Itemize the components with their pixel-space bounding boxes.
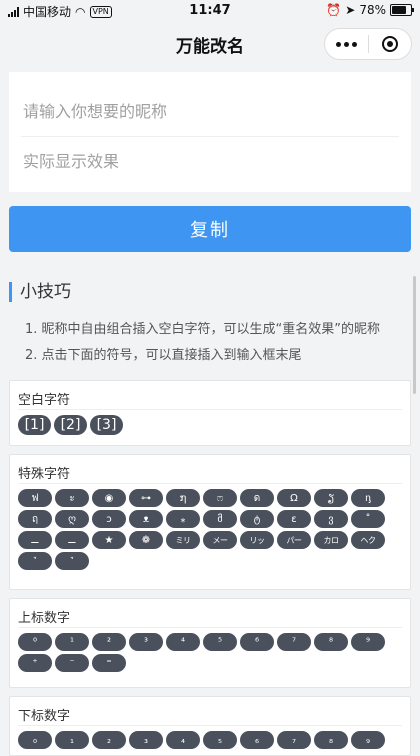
status-right: ⏰ ➤ 78% bbox=[326, 3, 414, 17]
symbol-chip[interactable]: ˚ bbox=[351, 510, 385, 528]
tip-item: 2. 点击下面的符号，可以直接插入到输入框末尾 bbox=[25, 348, 302, 363]
symbol-chip[interactable]: ² bbox=[92, 633, 126, 651]
symbol-chip[interactable]: ໗ bbox=[166, 489, 200, 507]
symbol-chip[interactable]: ³ bbox=[129, 633, 163, 651]
symbol-chip[interactable]: ⁹ bbox=[351, 633, 385, 651]
symbol-chip[interactable]: ⁶ bbox=[240, 633, 274, 651]
symbol-chip[interactable]: パー bbox=[277, 531, 311, 549]
section-title: 特殊字符 bbox=[18, 467, 71, 482]
symbol-chip[interactable]: ტ bbox=[240, 510, 274, 528]
symbol-chip[interactable]: Ω bbox=[277, 489, 311, 507]
symbol-chip[interactable]: ⁷ bbox=[277, 633, 311, 651]
subscript-section: 下标数字 ₀₁₂₃₄₅₆₇₈₉ bbox=[9, 696, 411, 756]
preview-field[interactable] bbox=[21, 150, 399, 172]
nickname-card bbox=[9, 72, 411, 192]
symbol-chip[interactable]: ะ bbox=[55, 489, 89, 507]
symbol-chip[interactable]: ₀ bbox=[18, 731, 52, 749]
symbol-chip[interactable]: ₆ bbox=[240, 731, 274, 749]
symbol-chip[interactable]: ꙿ bbox=[55, 552, 89, 570]
symbol-chip[interactable]: ෆ bbox=[203, 489, 237, 507]
tips-section: 小技巧 1. 昵称中自由组合插入空白字符，可以生成“重名效果”的昵称 2. 点击… bbox=[9, 256, 411, 366]
symbol-chip[interactable]: ⊶ bbox=[129, 489, 163, 507]
chip-list: ฟะ ◉ ⊶ ໗ ෆ ด Ω ຽ ᶇ ฤ ღ ↄ ᴥ ⁎ მ ტ ɛ ვ ˚ ⚊ ⚊ ★ ❁ ミリ メー リッ パー カロ ヘク ꙿ ꙿ bbox=[18, 489, 404, 570]
symbol-chip[interactable]: ღ bbox=[55, 510, 89, 528]
symbol-chip[interactable]: ₈ bbox=[314, 731, 348, 749]
symbol-chip[interactable]: ₄ bbox=[166, 731, 200, 749]
tips-title: 小技巧 bbox=[9, 282, 71, 302]
symbol-chip[interactable]: ຽ bbox=[314, 489, 348, 507]
symbol-chip[interactable]: リッ bbox=[240, 531, 274, 549]
symbol-chip[interactable]: ₅ bbox=[203, 731, 237, 749]
symbol-chip[interactable]: ⁻ bbox=[55, 654, 89, 672]
symbol-chip[interactable]: [2] bbox=[54, 415, 87, 435]
symbol-chip[interactable]: მ bbox=[203, 510, 237, 528]
symbol-chip[interactable]: メー bbox=[203, 531, 237, 549]
symbol-chip[interactable]: ヘク bbox=[351, 531, 385, 549]
section-divider bbox=[18, 627, 402, 628]
section-divider bbox=[18, 409, 402, 410]
nav-bar: 万能改名 bbox=[0, 22, 420, 62]
symbol-chip[interactable]: [1] bbox=[18, 415, 51, 435]
battery-icon bbox=[390, 4, 414, 16]
chip-list: ⁰ ¹ ² ³ ⁴ ⁵ ⁶ ⁷ ⁸ ⁹ ⁺ ⁻ ⁼ bbox=[18, 633, 404, 672]
more-button[interactable] bbox=[325, 29, 368, 59]
symbol-chip[interactable]: ↄ bbox=[92, 510, 126, 528]
symbol-chip[interactable]: ⚊ bbox=[55, 531, 89, 549]
section-divider bbox=[18, 725, 402, 726]
symbol-chip[interactable]: ⁵ bbox=[203, 633, 237, 651]
symbol-chip[interactable]: ◉ bbox=[92, 489, 126, 507]
blank-chars-section: 空白字符 [1] [2] [3] bbox=[9, 380, 411, 446]
chip-list: ₀₁₂₃₄₅₆₇₈₉ bbox=[18, 731, 404, 749]
tip-item: 1. 昵称中自由组合插入空白字符，可以生成“重名效果”的昵称 bbox=[25, 322, 381, 337]
symbol-chip[interactable]: ₇ bbox=[277, 731, 311, 749]
target-icon bbox=[381, 36, 398, 52]
nickname-row bbox=[21, 86, 399, 137]
symbol-chip[interactable]: ⁸ bbox=[314, 633, 348, 651]
symbol-chip[interactable]: ɛ bbox=[277, 510, 311, 528]
scrollbar[interactable] bbox=[413, 276, 416, 394]
symbol-chip[interactable]: ⁴ bbox=[166, 633, 200, 651]
section-title: 下标数字 bbox=[18, 709, 71, 724]
symbol-chip[interactable]: ꙿ bbox=[18, 552, 52, 570]
symbol-chip[interactable]: ミリ bbox=[166, 531, 200, 549]
symbol-chip[interactable]: [3] bbox=[90, 415, 123, 435]
symbol-chip[interactable]: ¹ bbox=[55, 633, 89, 651]
symbol-chip[interactable]: ฤ bbox=[18, 510, 52, 528]
symbol-chip[interactable]: ★ bbox=[92, 531, 126, 549]
more-dots-icon bbox=[335, 41, 357, 47]
section-title: 上标数字 bbox=[18, 611, 71, 626]
symbol-chip[interactable]: ᴥ bbox=[129, 510, 163, 528]
symbol-chip[interactable]: ₃ bbox=[129, 731, 163, 749]
symbol-chip[interactable]: ᶇ bbox=[351, 489, 385, 507]
section-title: 空白字符 bbox=[18, 393, 71, 408]
symbol-chip[interactable]: ⁼ bbox=[92, 654, 126, 672]
symbol-chip[interactable]: ฟ bbox=[18, 489, 52, 507]
section-divider bbox=[18, 483, 402, 484]
symbol-chip[interactable]: ❁ bbox=[129, 531, 163, 549]
alarm-icon: ⏰ bbox=[326, 3, 342, 17]
symbol-chip[interactable]: ₂ bbox=[92, 731, 126, 749]
status-bar: 中国移动 ◠ VPN 11:47 ⏰ ➤ 78% bbox=[0, 0, 420, 22]
symbol-chip[interactable]: ⚊ bbox=[18, 531, 52, 549]
symbol-chip[interactable]: ვ bbox=[314, 510, 348, 528]
mini-program-capsule bbox=[324, 28, 412, 60]
superscript-section: 上标数字 ⁰ ¹ ² ³ ⁴ ⁵ ⁶ ⁷ ⁸ ⁹ ⁺ ⁻ ⁼ bbox=[9, 598, 411, 688]
chip-list: [1] [2] [3] bbox=[18, 415, 404, 435]
symbol-chip[interactable]: ด bbox=[240, 489, 274, 507]
symbol-chip[interactable]: ⁎ bbox=[166, 510, 200, 528]
close-mini-program-button[interactable] bbox=[368, 29, 411, 59]
battery-percent: 78% bbox=[359, 3, 386, 17]
nickname-input[interactable] bbox=[21, 100, 399, 122]
preview-row bbox=[21, 136, 399, 186]
symbol-chip[interactable]: ⁰ bbox=[18, 633, 52, 651]
symbol-chip[interactable]: カロ bbox=[314, 531, 348, 549]
symbol-chip[interactable]: ₉ bbox=[351, 731, 385, 749]
symbol-chip[interactable]: ₁ bbox=[55, 731, 89, 749]
special-chars-section: 特殊字符 ฟะ ◉ ⊶ ໗ ෆ ด Ω ຽ ᶇ ฤ ღ ↄ ᴥ ⁎ მ ტ ɛ ვ ˚ ⚊ ⚊ ★ ❁ ミリ メー リッ パー カロヘ… bbox=[9, 454, 411, 590]
location-icon: ➤ bbox=[345, 3, 356, 17]
symbol-chip[interactable]: ⁺ bbox=[18, 654, 52, 672]
copy-button[interactable]: 复制 bbox=[9, 206, 411, 252]
